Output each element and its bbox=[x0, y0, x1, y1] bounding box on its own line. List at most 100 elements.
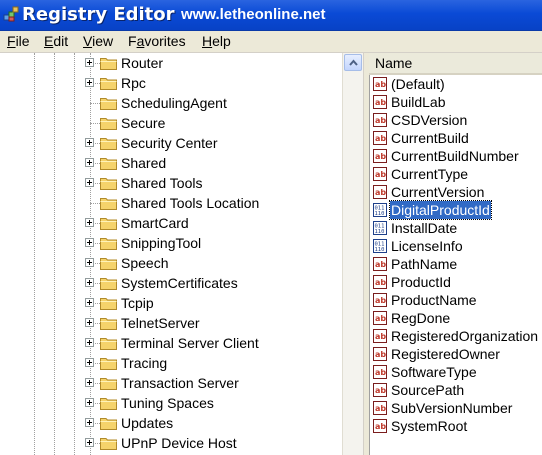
expand-plus-icon[interactable] bbox=[85, 358, 94, 367]
values-list[interactable]: Name ab (Default) ab BuildLab ab CSDVersion ab… bbox=[369, 53, 542, 455]
value-row[interactable]: ab CurrentBuildNumber bbox=[369, 147, 542, 165]
tree-item[interactable]: Router bbox=[0, 53, 342, 73]
tree-item-label: UPnP Device Host bbox=[121, 435, 237, 451]
folder-icon bbox=[100, 96, 117, 110]
value-name: RegisteredOwner bbox=[391, 346, 500, 362]
registry-tree[interactable]: Router Rpc SchedulingAgent Secure Security C… bbox=[0, 53, 342, 455]
expand-plus-icon[interactable] bbox=[85, 338, 94, 347]
tree-item[interactable]: SnippingTool bbox=[0, 233, 342, 253]
tree-connector bbox=[90, 103, 100, 104]
menu-view[interactable]: View bbox=[81, 32, 115, 51]
expand-plus-icon[interactable] bbox=[85, 278, 94, 287]
menu-accel: F bbox=[7, 33, 16, 49]
folder-icon bbox=[100, 416, 117, 430]
window-subtitle: www.letheonline.net bbox=[181, 6, 326, 23]
svg-text:ab: ab bbox=[375, 278, 386, 287]
menu-label: dit bbox=[53, 33, 69, 49]
folder-icon bbox=[100, 376, 117, 390]
value-row[interactable]: ab PathName bbox=[369, 255, 542, 273]
value-row[interactable]: ab RegDone bbox=[369, 309, 542, 327]
value-name: RegDone bbox=[391, 310, 451, 326]
tree-item[interactable]: Shared Tools Location bbox=[0, 193, 342, 213]
value-row[interactable]: ab SourcePath bbox=[369, 381, 542, 399]
folder-icon bbox=[100, 436, 117, 450]
tree-item[interactable]: Terminal Server Client bbox=[0, 333, 342, 353]
value-row[interactable]: 011 110 InstallDate bbox=[369, 219, 542, 237]
svg-text:110: 110 bbox=[375, 229, 385, 235]
tree-item[interactable]: Shared bbox=[0, 153, 342, 173]
scroll-up-button[interactable] bbox=[344, 54, 362, 71]
tree-item[interactable]: Tracing bbox=[0, 353, 342, 373]
folder-icon bbox=[100, 276, 117, 290]
string-value-icon: ab bbox=[373, 419, 387, 433]
folder-icon bbox=[100, 336, 117, 350]
value-row[interactable]: ab CurrentVersion bbox=[369, 183, 542, 201]
folder-icon bbox=[100, 216, 117, 230]
expand-plus-icon[interactable] bbox=[85, 378, 94, 387]
value-row[interactable]: ab ProductName bbox=[369, 291, 542, 309]
expand-plus-icon[interactable] bbox=[85, 218, 94, 227]
tree-item[interactable]: Secure bbox=[0, 113, 342, 133]
menu-file[interactable]: File bbox=[5, 32, 32, 51]
tree-item[interactable]: Shared Tools bbox=[0, 173, 342, 193]
expand-plus-icon[interactable] bbox=[85, 398, 94, 407]
value-row[interactable]: ab SystemRoot bbox=[369, 417, 542, 435]
string-value-icon: ab bbox=[373, 383, 387, 397]
value-row[interactable]: ab ProductId bbox=[369, 273, 542, 291]
menu-label: vorites bbox=[144, 33, 186, 49]
tree-item[interactable]: Security Center bbox=[0, 133, 342, 153]
tree-item[interactable]: Transaction Server bbox=[0, 373, 342, 393]
title-bar[interactable]: Registry Editor www.letheonline.net bbox=[0, 0, 542, 31]
tree-item-label: Tracing bbox=[121, 355, 168, 371]
expand-plus-icon[interactable] bbox=[85, 438, 94, 447]
value-name: DigitalProductId bbox=[389, 200, 492, 220]
tree-item[interactable]: SchedulingAgent bbox=[0, 93, 342, 113]
value-row[interactable]: ab CurrentBuild bbox=[369, 129, 542, 147]
expand-plus-icon[interactable] bbox=[85, 178, 94, 187]
value-name: CurrentType bbox=[391, 166, 469, 182]
tree-item[interactable]: Tcpip bbox=[0, 293, 342, 313]
expand-plus-icon[interactable] bbox=[85, 78, 94, 87]
expand-plus-icon[interactable] bbox=[85, 258, 94, 267]
tree-scrollbar[interactable] bbox=[342, 53, 363, 455]
value-row[interactable]: ab CSDVersion bbox=[369, 111, 542, 129]
tree-item[interactable]: SystemCertificates bbox=[0, 273, 342, 293]
expand-plus-icon[interactable] bbox=[85, 318, 94, 327]
menu-edit[interactable]: Edit bbox=[42, 32, 70, 51]
folder-icon bbox=[100, 296, 117, 310]
value-row[interactable]: ab SoftwareType bbox=[369, 363, 542, 381]
svg-text:ab: ab bbox=[375, 368, 386, 377]
expand-plus-icon[interactable] bbox=[85, 58, 94, 67]
svg-text:ab: ab bbox=[375, 170, 386, 179]
tree-item[interactable]: Speech bbox=[0, 253, 342, 273]
tree-item[interactable]: TelnetServer bbox=[0, 313, 342, 333]
svg-text:ab: ab bbox=[375, 80, 386, 89]
value-name: SystemRoot bbox=[391, 418, 468, 434]
expand-plus-icon[interactable] bbox=[85, 238, 94, 247]
expand-plus-icon[interactable] bbox=[85, 138, 94, 147]
value-row[interactable]: ab (Default) bbox=[369, 75, 542, 93]
value-name: ProductId bbox=[391, 274, 451, 290]
tree-item[interactable]: SmartCard bbox=[0, 213, 342, 233]
expand-plus-icon[interactable] bbox=[85, 158, 94, 167]
tree-item[interactable]: UPnP Device Host bbox=[0, 433, 342, 453]
value-row[interactable]: ab RegisteredOwner bbox=[369, 345, 542, 363]
tree-item[interactable]: Updates bbox=[0, 413, 342, 433]
value-row[interactable]: ab SubVersionNumber bbox=[369, 399, 542, 417]
menu-favorites[interactable]: Favorites bbox=[126, 32, 188, 51]
value-row[interactable]: ab CurrentType bbox=[369, 165, 542, 183]
value-row[interactable]: 011 110 LicenseInfo bbox=[369, 237, 542, 255]
expand-plus-icon[interactable] bbox=[85, 298, 94, 307]
expand-plus-icon[interactable] bbox=[85, 418, 94, 427]
svg-text:ab: ab bbox=[375, 404, 386, 413]
main-area: Router Rpc SchedulingAgent Secure Security C… bbox=[0, 53, 542, 455]
menu-help[interactable]: Help bbox=[200, 32, 233, 51]
value-row[interactable]: ab BuildLab bbox=[369, 93, 542, 111]
value-row[interactable]: 011 110 DigitalProductId bbox=[369, 200, 542, 220]
tree-item[interactable]: Rpc bbox=[0, 73, 342, 93]
value-row[interactable]: ab RegisteredOrganization bbox=[369, 327, 542, 345]
column-header-name[interactable]: Name bbox=[369, 53, 542, 75]
tree-item[interactable]: Tuning Spaces bbox=[0, 393, 342, 413]
tree-item-label: Tcpip bbox=[121, 295, 154, 311]
tree-item-label: SystemCertificates bbox=[121, 275, 238, 291]
